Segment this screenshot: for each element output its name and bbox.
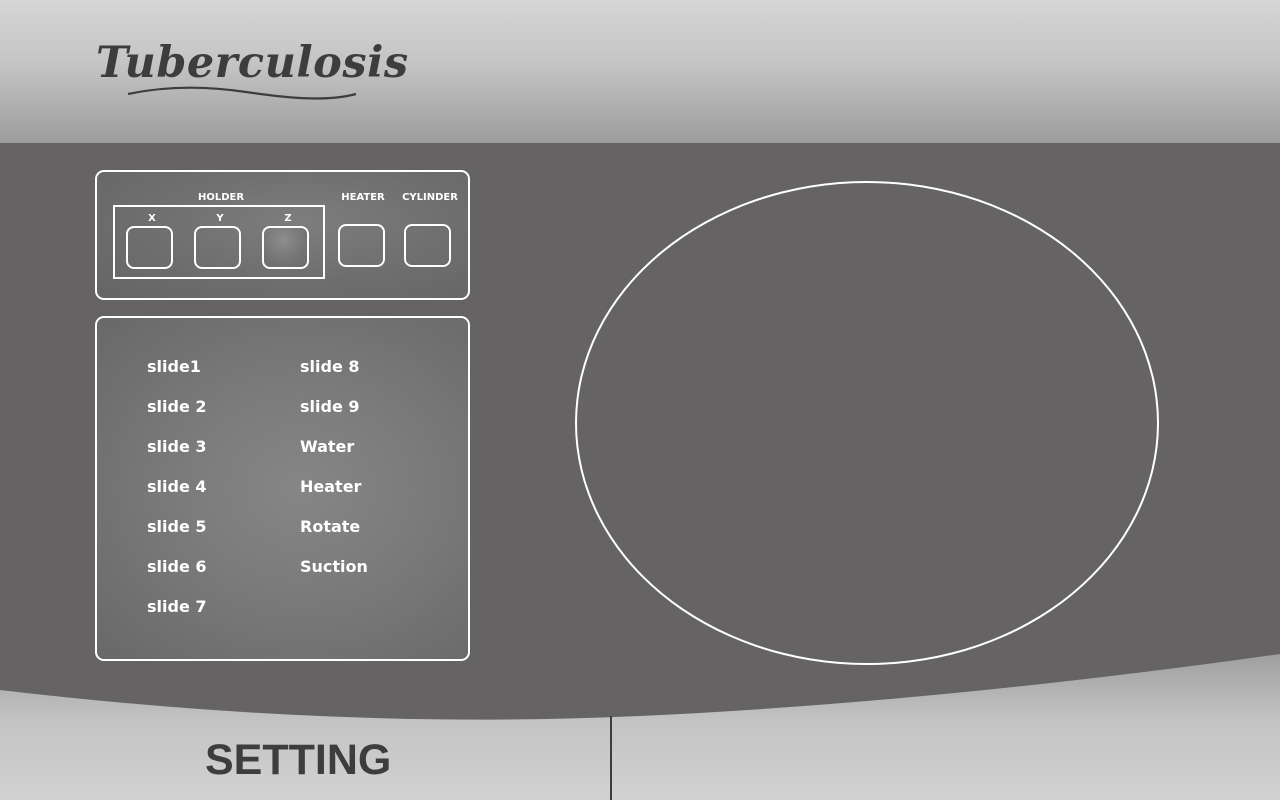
- holder-y-button[interactable]: [194, 226, 241, 269]
- slide-item-4[interactable]: slide 4: [147, 477, 207, 496]
- logo-swoosh-icon: [127, 86, 357, 100]
- slide-item-2[interactable]: slide 2: [147, 397, 207, 416]
- app-window: Tuberculosis HOLDER HEATER CYLINDER X Y …: [0, 0, 1280, 800]
- water-item[interactable]: Water: [300, 437, 354, 456]
- slide-item-5[interactable]: slide 5: [147, 517, 207, 536]
- axis-z-label: Z: [284, 213, 292, 224]
- display-ellipse: [575, 181, 1159, 665]
- slide-item-3[interactable]: slide 3: [147, 437, 207, 456]
- rotate-item[interactable]: Rotate: [300, 517, 360, 536]
- footer-bar: [0, 654, 1280, 800]
- cylinder-label: CYLINDER: [402, 192, 458, 203]
- footer-divider: [610, 716, 612, 800]
- header-bar: Tuberculosis: [0, 0, 1280, 143]
- cylinder-button[interactable]: [404, 224, 451, 267]
- slide-item-7[interactable]: slide 7: [147, 597, 207, 616]
- slide-item-8[interactable]: slide 8: [300, 357, 360, 376]
- heater-button[interactable]: [338, 224, 385, 267]
- slides-panel: slide1 slide 2 slide 3 slide 4 slide 5 s…: [95, 316, 470, 661]
- heater-item[interactable]: Heater: [300, 477, 361, 496]
- suction-item[interactable]: Suction: [300, 557, 368, 576]
- control-panel: HOLDER HEATER CYLINDER X Y Z: [95, 170, 470, 300]
- slide-item-1[interactable]: slide1: [147, 357, 201, 376]
- axis-y-label: Y: [216, 213, 224, 224]
- holder-label: HOLDER: [197, 192, 245, 203]
- setting-button[interactable]: SETTING: [205, 736, 391, 785]
- axis-x-label: X: [148, 213, 156, 224]
- heater-label: HEATER: [341, 192, 385, 203]
- holder-z-button[interactable]: [262, 226, 309, 269]
- app-title: Tuberculosis: [96, 38, 409, 88]
- slide-item-9[interactable]: slide 9: [300, 397, 360, 416]
- slide-item-6[interactable]: slide 6: [147, 557, 207, 576]
- holder-group: X Y Z: [113, 205, 325, 279]
- holder-x-button[interactable]: [126, 226, 173, 269]
